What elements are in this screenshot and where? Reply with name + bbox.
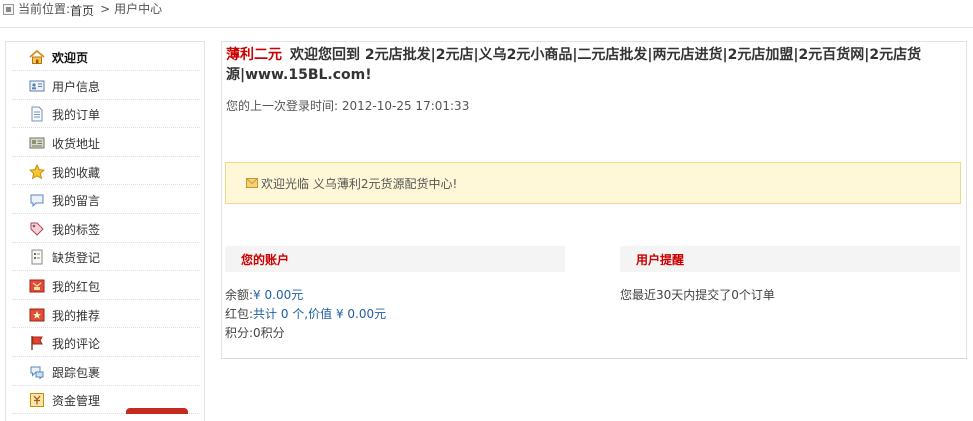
sidebar-item-track-package[interactable]: 跟踪包裹: [12, 357, 200, 386]
sidebar-item-label: 用户信息: [52, 79, 101, 94]
reminder-panel-header: 用户提醒: [620, 246, 960, 272]
sidebar-logout-tab[interactable]: [126, 408, 188, 414]
sidebar-item-label: 资金管理: [52, 394, 101, 409]
sidebar-item-favorites[interactable]: 我的收藏: [12, 157, 200, 186]
reminder-text: 您最近30天内提交了0个订单: [620, 288, 775, 302]
points-label: 积分:: [225, 326, 254, 340]
speech-bubble-icon: [29, 192, 45, 208]
balance-label: 余额:: [225, 288, 254, 302]
package-tracking-icon: [29, 364, 45, 380]
bonus-link[interactable]: 共计 0 个,价值 ¥ 0.00元: [253, 307, 386, 321]
bonus-label: 红包:: [225, 307, 254, 321]
account-title: 您的账户: [241, 252, 290, 267]
points-value: 0积分: [253, 326, 285, 340]
balance-row: 余额:¥ 0.00元: [225, 286, 386, 305]
document-icon: [29, 106, 45, 122]
account-details: 余额:¥ 0.00元 红包:共计 0 个,价值 ¥ 0.00元 积分:0积分: [225, 286, 386, 343]
bonus-row: 红包:共计 0 个,价值 ¥ 0.00元: [225, 305, 386, 324]
envelope-icon: [246, 178, 258, 188]
recommend-icon: [29, 307, 45, 323]
tag-icon: [29, 221, 45, 237]
sidebar-item-tags[interactable]: 我的标签: [12, 214, 200, 243]
sidebar-item-label: 我的订单: [52, 108, 101, 123]
user-center-sidebar: 欢迎页 用户信息 我的订单 收货地址 我的收藏 我的留言 我的标签 缺货登记 我…: [5, 41, 205, 421]
sidebar-item-label: 我的收藏: [52, 165, 101, 180]
form-icon: [29, 249, 45, 265]
sidebar-item-user-info[interactable]: 用户信息: [12, 71, 200, 100]
last-login-time: 2012-10-25 17:01:33: [341, 99, 470, 113]
account-panel-header: 您的账户: [225, 246, 565, 272]
sidebar-item-label: 欢迎页: [52, 51, 89, 65]
breadcrumb-current: 用户中心: [114, 2, 163, 16]
sidebar-item-stockout[interactable]: 缺货登记: [12, 243, 200, 272]
sidebar-item-label: 我的评论: [52, 337, 101, 352]
sidebar-item-label: 收货地址: [52, 136, 101, 151]
location-icon: [3, 4, 14, 15]
last-login: 您的上一次登录时间: 2012-10-25 17:01:33: [226, 97, 469, 114]
sidebar-item-label: 缺货登记: [52, 251, 101, 266]
welcome-message: 欢迎您回到 2元店批发|2元店|义乌2元小商品|二元店批发|两元店进货|2元店加…: [226, 47, 922, 83]
welcome-notice: 欢迎光临 义乌薄利2元货源配货中心!: [225, 162, 961, 204]
breadcrumb-prefix: 当前位置:: [18, 2, 71, 16]
sidebar-item-label: 我的标签: [52, 222, 101, 237]
sidebar-item-label: 我的留言: [52, 194, 101, 209]
last-login-label: 您的上一次登录时间:: [226, 99, 339, 113]
address-book-icon: [29, 135, 45, 151]
sidebar-item-welcome[interactable]: 欢迎页: [12, 42, 200, 71]
breadcrumb: 当前位置: 首页 > 用户中心: [0, 0, 973, 28]
sidebar-item-orders[interactable]: 我的订单: [12, 100, 200, 129]
main-content: 薄利二元 欢迎您回到 2元店批发|2元店|义乌2元小商品|二元店批发|两元店进货|…: [221, 41, 967, 359]
sidebar-item-label: 我的红包: [52, 279, 101, 294]
points-row: 积分:0积分: [225, 324, 386, 343]
funds-icon: [29, 392, 45, 408]
sidebar-item-address[interactable]: 收货地址: [12, 128, 200, 157]
sidebar-item-messages[interactable]: 我的留言: [12, 185, 200, 214]
sidebar-item-recommend[interactable]: 我的推荐: [12, 300, 200, 329]
shop-name: 薄利二元: [226, 47, 282, 63]
balance-value: ¥ 0.00元: [253, 288, 304, 302]
sidebar-item-label: 我的推荐: [52, 308, 101, 323]
sidebar-item-reviews[interactable]: 我的评论: [12, 328, 200, 357]
sidebar-item-label: 跟踪包裹: [52, 365, 101, 380]
welcome-heading: 薄利二元 欢迎您回到 2元店批发|2元店|义乌2元小商品|二元店批发|两元店进货|…: [226, 45, 960, 85]
breadcrumb-home-link[interactable]: 首页: [70, 2, 94, 19]
breadcrumb-separator: >: [100, 2, 111, 16]
reminder-title: 用户提醒: [636, 252, 685, 267]
flag-icon: [29, 335, 45, 351]
id-card-icon: [29, 78, 45, 94]
sidebar-item-red-packet[interactable]: 我的红包: [12, 271, 200, 300]
home-icon: [29, 49, 45, 65]
star-icon: [29, 163, 45, 180]
notice-text: 欢迎光临 义乌薄利2元货源配货中心!: [261, 176, 458, 191]
red-packet-icon: [29, 278, 45, 294]
